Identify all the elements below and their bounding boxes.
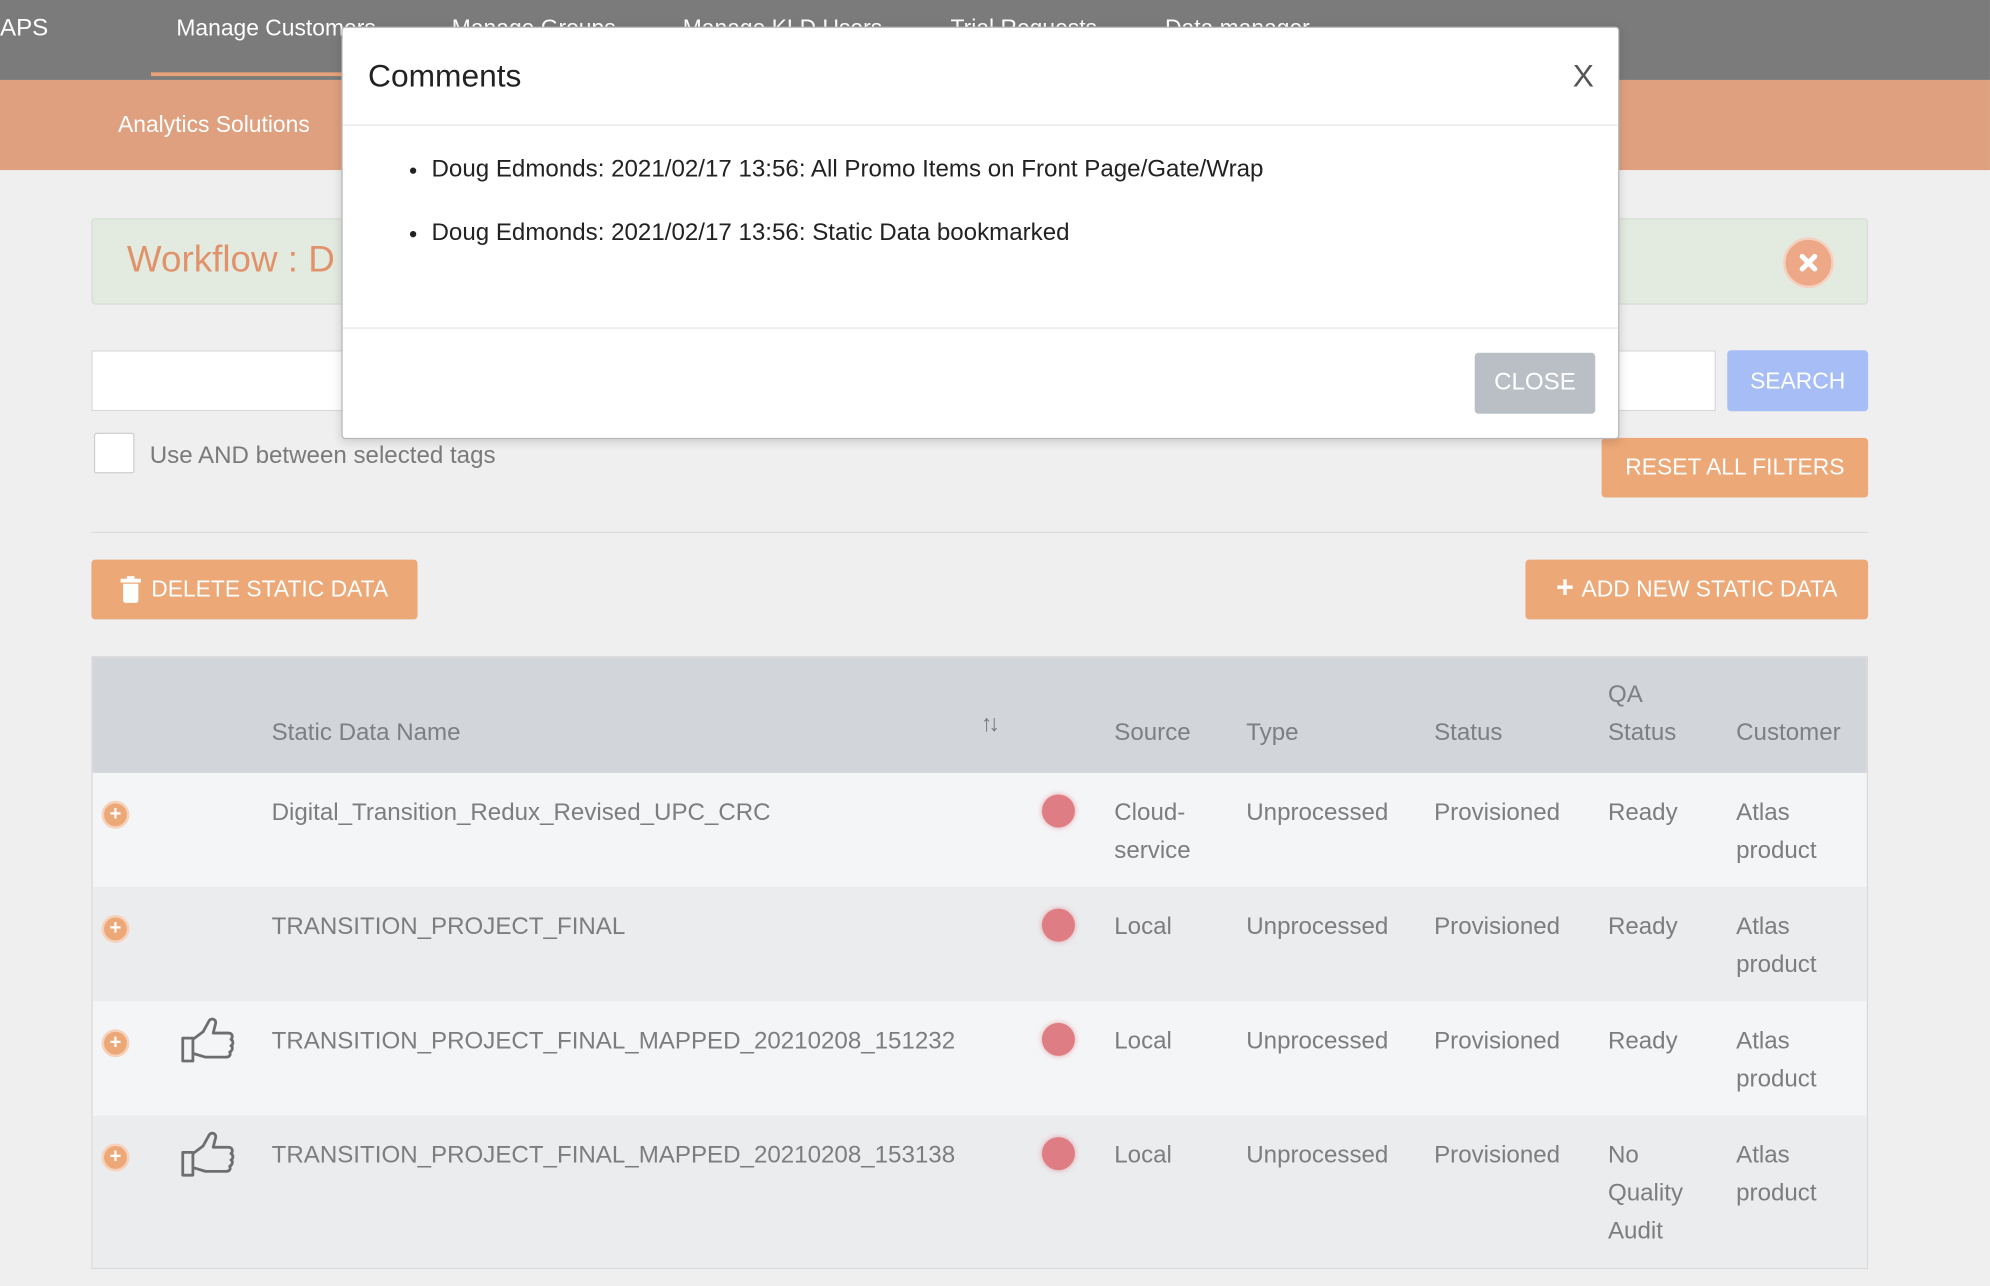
reset-filters-button[interactable]: RESET ALL FILTERS xyxy=(1601,437,1869,498)
plus-icon: + xyxy=(1556,570,1574,605)
close-x-icon[interactable]: X xyxy=(1573,58,1594,95)
comment-item: Doug Edmonds: 2021/02/17 13:56: All Prom… xyxy=(431,152,1263,215)
status-dot-icon xyxy=(1041,1022,1075,1056)
table-row: + Digital_Transition_Redux_Revised_UPC_C… xyxy=(93,773,1867,887)
comments-list: Doug Edmonds: 2021/02/17 13:56: All Prom… xyxy=(431,152,1263,279)
modal-title: Comments xyxy=(368,58,522,94)
subnav-analytics-solutions[interactable]: Analytics Solutions xyxy=(118,112,310,139)
modal-divider xyxy=(342,327,1619,329)
row-name[interactable]: TRANSITION_PROJECT_FINAL_MAPPED_20210208… xyxy=(272,1137,956,1175)
comment-item: Doug Edmonds: 2021/02/17 13:56: Static D… xyxy=(431,216,1263,279)
close-circle-icon[interactable] xyxy=(1783,237,1834,289)
row-source-line1: Cloud- xyxy=(1114,799,1186,827)
modal-divider xyxy=(342,124,1619,126)
row-customer-line1: Atlas xyxy=(1736,913,1790,941)
static-data-table: Static Data Name ↑↓ Source Type Status Q… xyxy=(91,656,1869,1270)
col-customer: Customer xyxy=(1736,719,1841,747)
page: APS Manage Customers Manage Groups Manag… xyxy=(0,0,1990,1286)
status-dot-icon xyxy=(1041,794,1075,828)
row-qa-status: Ready xyxy=(1607,799,1678,827)
row-customer-line2: product xyxy=(1736,837,1817,865)
close-button[interactable]: CLOSE xyxy=(1474,352,1596,414)
row-name[interactable]: TRANSITION_PROJECT_FINAL xyxy=(272,909,626,947)
add-static-data-button[interactable]: + ADD NEW STATIC DATA xyxy=(1525,559,1869,620)
brand-logo[interactable]: APS xyxy=(0,15,48,43)
search-button[interactable]: SEARCH xyxy=(1727,350,1869,412)
row-customer-line2: product xyxy=(1736,1066,1817,1093)
col-qa-status-line1: QA xyxy=(1607,681,1643,709)
expand-row-icon[interactable]: + xyxy=(101,800,130,829)
col-source: Source xyxy=(1114,719,1191,747)
and-tags-label: Use AND between selected tags xyxy=(149,442,496,470)
row-source-line2: service xyxy=(1114,837,1191,865)
hand-pointing-icon[interactable] xyxy=(179,1131,235,1182)
row-type: Unprocessed xyxy=(1246,913,1389,941)
expand-row-icon[interactable]: + xyxy=(101,1143,130,1172)
row-source: Local xyxy=(1114,1142,1172,1169)
delete-static-data-label: DELETE STATIC DATA xyxy=(151,576,389,602)
table-row: + TRANSITION_PROJECT_FINAL_MAPPED_202102… xyxy=(93,1001,1867,1115)
row-type: Unprocessed xyxy=(1246,1027,1389,1055)
row-name[interactable]: TRANSITION_PROJECT_FINAL_MAPPED_20210208… xyxy=(272,1023,956,1061)
row-qa-status-line3: Audit xyxy=(1607,1218,1663,1245)
row-name[interactable]: Digital_Transition_Redux_Revised_UPC_CRC xyxy=(272,794,771,832)
trash-icon xyxy=(120,575,142,603)
row-status: Provisioned xyxy=(1434,1142,1561,1169)
col-status: Status xyxy=(1434,719,1503,747)
delete-static-data-button[interactable]: DELETE STATIC DATA xyxy=(91,559,418,620)
row-qa-status: Ready xyxy=(1607,913,1678,941)
row-customer-line1: Atlas xyxy=(1736,799,1790,827)
row-qa-status: Ready xyxy=(1607,1027,1678,1055)
workflow-title: Workflow : D xyxy=(126,239,335,281)
row-type: Unprocessed xyxy=(1246,799,1389,827)
hand-pointing-icon[interactable] xyxy=(179,1017,235,1068)
divider xyxy=(91,531,1869,534)
row-status: Provisioned xyxy=(1434,1027,1561,1055)
row-source: Local xyxy=(1114,913,1172,941)
col-qa-status-line2: Status xyxy=(1607,719,1677,747)
row-customer-line1: Atlas xyxy=(1736,1142,1790,1169)
row-customer-line2: product xyxy=(1736,1180,1817,1207)
table-header: Static Data Name ↑↓ Source Type Status Q… xyxy=(92,657,1867,773)
row-status: Provisioned xyxy=(1434,913,1561,941)
and-tags-checkbox[interactable] xyxy=(93,432,135,474)
row-status: Provisioned xyxy=(1434,799,1561,827)
expand-row-icon[interactable]: + xyxy=(101,915,130,943)
status-dot-icon xyxy=(1041,908,1075,942)
row-qa-status-line2: Quality xyxy=(1607,1180,1684,1207)
row-customer-line1: Atlas xyxy=(1736,1027,1790,1055)
row-source: Local xyxy=(1114,1027,1172,1055)
row-customer-line2: product xyxy=(1736,951,1817,979)
table-row: + TRANSITION_PROJECT_FINAL_MAPPED_202102… xyxy=(92,1115,1867,1268)
expand-row-icon[interactable]: + xyxy=(101,1029,130,1058)
row-type: Unprocessed xyxy=(1246,1142,1389,1169)
status-dot-icon xyxy=(1041,1137,1075,1171)
add-static-data-label: ADD NEW STATIC DATA xyxy=(1581,576,1838,602)
col-static-data-name[interactable]: Static Data Name xyxy=(272,715,461,753)
row-qa-status-line1: No xyxy=(1607,1142,1639,1169)
col-type: Type xyxy=(1246,719,1299,747)
table-row: + TRANSITION_PROJECT_FINAL Local Unproce… xyxy=(92,887,1867,1002)
comments-modal: Comments X Doug Edmonds: 2021/02/17 13:5… xyxy=(341,26,1620,440)
sort-icon[interactable]: ↑↓ xyxy=(981,711,1000,738)
